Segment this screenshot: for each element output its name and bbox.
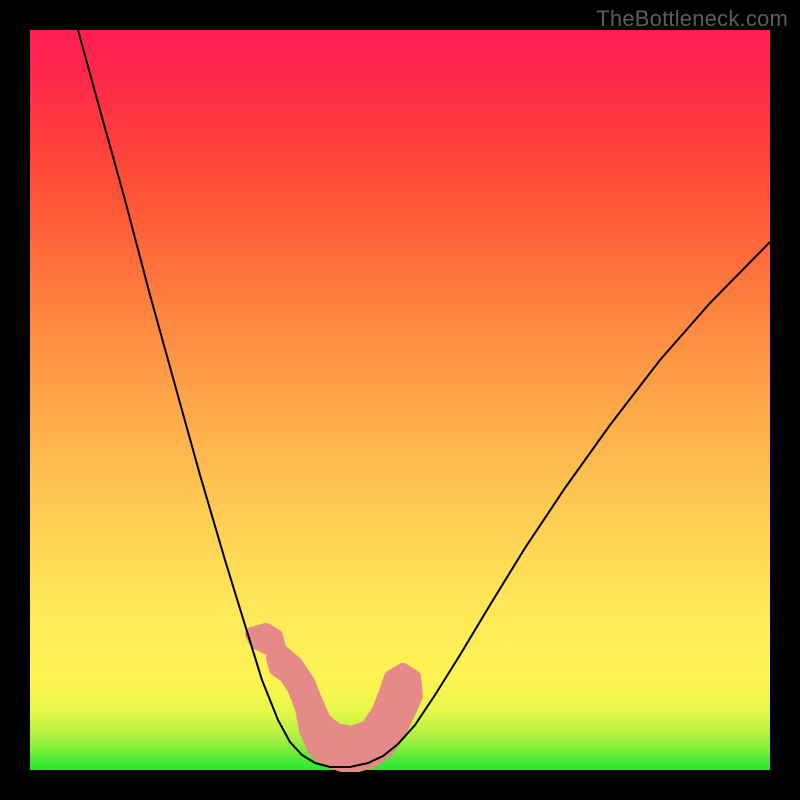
- plot-area: [30, 30, 770, 770]
- pink-dot-band: [252, 630, 416, 765]
- black-v-curve: [78, 30, 770, 767]
- chart-frame: TheBottleneck.com: [0, 0, 800, 800]
- watermark-text: TheBottleneck.com: [596, 6, 788, 32]
- curves-svg: [30, 30, 770, 770]
